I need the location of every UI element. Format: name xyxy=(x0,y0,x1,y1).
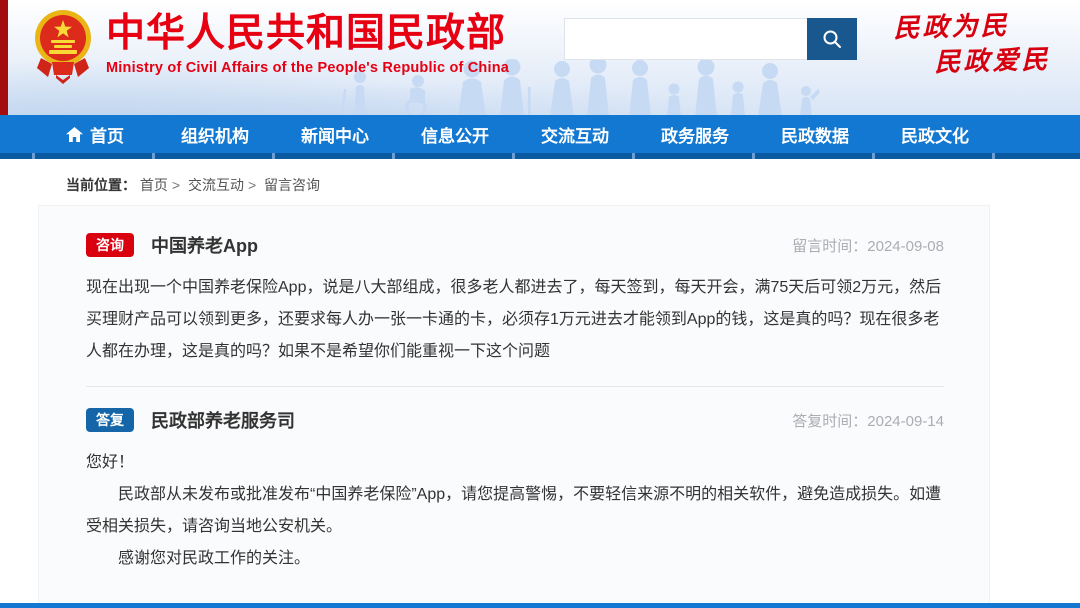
left-red-edge-decoration xyxy=(0,0,8,115)
breadcrumb-link-interaction[interactable]: 交流互动 xyxy=(188,177,244,193)
site-brand: 中华人民共和国民政部 Ministry of Civil Affairs of … xyxy=(32,8,509,88)
search-icon xyxy=(821,28,843,50)
slogan-line1: 民政为民 xyxy=(893,10,1050,45)
search-input[interactable] xyxy=(564,18,807,60)
question-answer-divider xyxy=(86,386,944,387)
question-time-label: 留言时间： xyxy=(792,238,867,255)
answer-time-value: 2024-09-14 xyxy=(867,413,944,430)
slogan-line2: 民政爱民 xyxy=(934,45,1051,79)
main-nav: 首页 组织机构 新闻中心 信息公开 交流互动 政务服务 民政数据 民政文化 xyxy=(0,115,1080,159)
nav-item-label: 民政数据 xyxy=(781,122,849,147)
nav-item-services[interactable]: 政务服务 xyxy=(635,115,755,153)
question-title: 中国养老App xyxy=(151,232,258,258)
breadcrumb-separator: > xyxy=(248,177,256,193)
nav-item-label: 民政文化 xyxy=(901,122,969,147)
site-subtitle: Ministry of Civil Affairs of the People'… xyxy=(106,60,509,76)
answer-time: 答复时间：2024-09-14 xyxy=(792,410,944,431)
home-icon xyxy=(66,127,83,142)
message-detail-card: 咨询 中国养老App 留言时间：2024-09-08 现在出现一个中国养老保险A… xyxy=(38,205,990,608)
question-text: 现在出现一个中国养老保险App，说是八大部组成，很多老人都进去了，每天签到，每天… xyxy=(86,272,944,368)
question-time: 留言时间：2024-09-08 xyxy=(792,235,944,256)
nav-item-label: 首页 xyxy=(90,122,124,147)
answer-greeting: 您好！ xyxy=(86,447,944,479)
answer-paragraph-1: 民政部从未发布或批准发布“中国养老保险”App，请您提高警惕，不要轻信来源不明的… xyxy=(86,479,944,543)
question-time-value: 2024-09-08 xyxy=(867,238,944,255)
nav-item-label: 政务服务 xyxy=(661,122,729,147)
nav-item-organization[interactable]: 组织机构 xyxy=(155,115,275,153)
nav-bottom-strip xyxy=(0,153,1080,159)
page-bottom-strip xyxy=(0,603,1080,608)
breadcrumb-link-home[interactable]: 首页 xyxy=(140,177,168,193)
answer-badge: 答复 xyxy=(86,408,134,433)
answer-header: 答复 民政部养老服务司 答复时间：2024-09-14 xyxy=(86,407,944,433)
answer-body: 您好！ 民政部从未发布或批准发布“中国养老保险”App，请您提高警惕，不要轻信来… xyxy=(86,447,944,575)
breadcrumb-separator: > xyxy=(172,177,180,193)
answer-title: 民政部养老服务司 xyxy=(151,407,295,433)
answer-time-label: 答复时间： xyxy=(792,413,867,430)
nav-item-label: 交流互动 xyxy=(541,122,609,147)
nav-item-culture[interactable]: 民政文化 xyxy=(875,115,995,153)
search-button[interactable] xyxy=(807,18,857,60)
site-title: 中华人民共和国民政部 xyxy=(106,12,509,57)
answer-paragraph-2: 感谢您对民政工作的关注。 xyxy=(86,543,944,575)
breadcrumb-link-message-consult[interactable]: 留言咨询 xyxy=(264,177,320,193)
nav-item-label: 组织机构 xyxy=(181,122,249,147)
nav-item-interaction[interactable]: 交流互动 xyxy=(515,115,635,153)
nav-item-data[interactable]: 民政数据 xyxy=(755,115,875,153)
breadcrumb: 当前位置： 首页> 交流互动> 留言咨询 xyxy=(0,159,1080,205)
nav-item-label: 新闻中心 xyxy=(301,122,369,147)
breadcrumb-label: 当前位置： xyxy=(66,177,136,193)
nav-item-info-disclosure[interactable]: 信息公开 xyxy=(395,115,515,153)
nav-item-news[interactable]: 新闻中心 xyxy=(275,115,395,153)
question-header: 咨询 中国养老App 留言时间：2024-09-08 xyxy=(86,232,944,258)
nav-item-label: 信息公开 xyxy=(421,122,489,147)
site-header: 中华人民共和国民政部 Ministry of Civil Affairs of … xyxy=(0,0,1080,115)
question-body: 现在出现一个中国养老保险App，说是八大部组成，很多老人都进去了，每天签到，每天… xyxy=(86,272,944,368)
nav-item-home[interactable]: 首页 xyxy=(35,115,155,153)
national-emblem-logo xyxy=(32,8,94,88)
search-bar xyxy=(564,18,857,60)
slogan-calligraphy: 民政为民 民政爱民 xyxy=(893,10,1051,80)
question-badge: 咨询 xyxy=(86,233,134,258)
